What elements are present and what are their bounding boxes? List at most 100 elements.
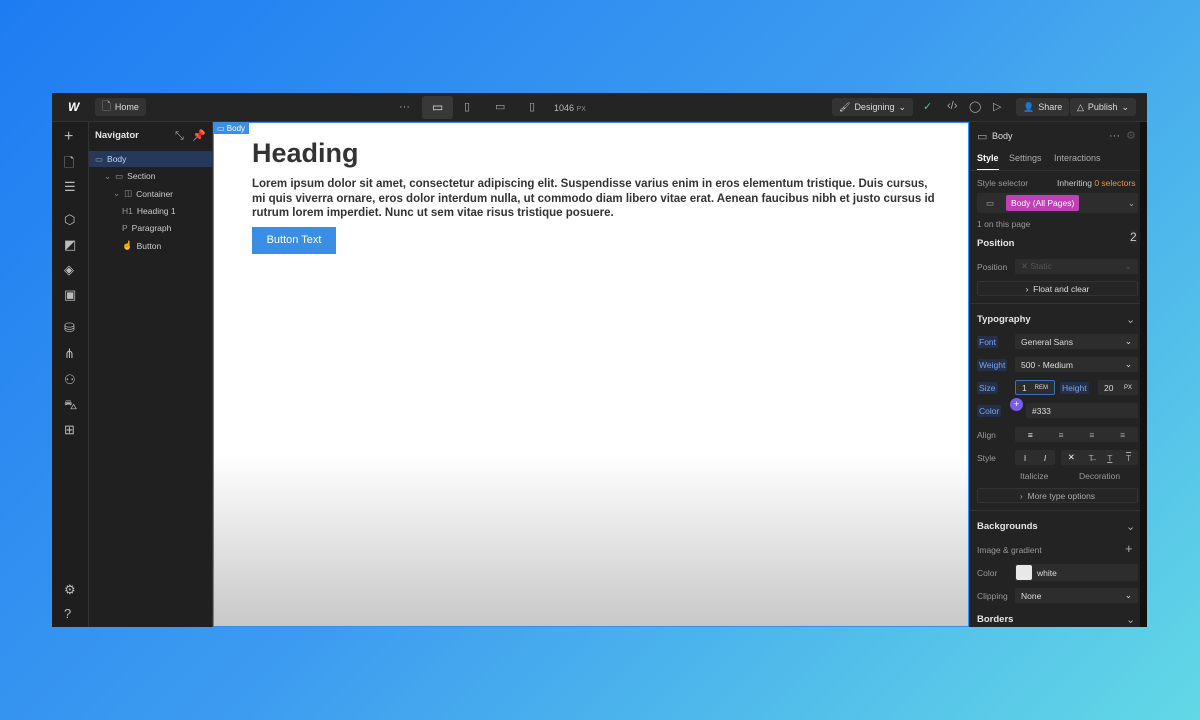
more-icon[interactable]: ··· bbox=[1109, 130, 1120, 142]
breakpoint-desktop[interactable]: ▭ bbox=[422, 96, 453, 119]
body-icon: ▭ bbox=[977, 131, 988, 143]
none-icon[interactable]: ✕ bbox=[1068, 452, 1075, 463]
italic-icon[interactable]: I bbox=[1044, 453, 1046, 463]
help-icon[interactable]: ? bbox=[64, 606, 71, 621]
strikethrough-icon[interactable]: T̶ bbox=[1088, 453, 1093, 463]
navigator-item[interactable]: ☝ Button bbox=[89, 238, 213, 254]
position-select[interactable]: ✕ Static ⌄ bbox=[1015, 259, 1138, 274]
add-background-icon[interactable]: + bbox=[1125, 541, 1133, 556]
preview-play-icon[interactable]: ▷ bbox=[993, 100, 1001, 113]
font-select[interactable]: General Sans ⌄ bbox=[1015, 334, 1138, 349]
tab-style[interactable]: Style bbox=[977, 153, 999, 170]
selected-element-tag: ▭ Body bbox=[213, 123, 250, 134]
italic-group[interactable]: II bbox=[1015, 450, 1055, 465]
section-icon: ▭ bbox=[115, 170, 124, 181]
chevron-down-icon[interactable]: ⌄ bbox=[1126, 313, 1135, 326]
paragraph-icon: P bbox=[122, 223, 128, 234]
code-icon[interactable]: ‹/› bbox=[947, 100, 957, 112]
align-right-icon[interactable]: ≡ bbox=[1089, 430, 1094, 440]
background-color-input[interactable]: white bbox=[1015, 564, 1138, 581]
apps-icon[interactable]: ⊞ bbox=[64, 422, 75, 438]
align-left-icon[interactable]: ≡ bbox=[1028, 430, 1033, 440]
left-toolbar: + 🗋 ☰ ⬡ ◩ ◈ ▣ ⛁ ⋔ ⚇ ⛍ ⊞ ⚙ ? bbox=[52, 122, 89, 627]
mode-dropdown[interactable]: 🖌 Designing ⌄ bbox=[832, 98, 914, 116]
components-icon[interactable]: ⬡ bbox=[64, 212, 75, 228]
typography-title: Typography bbox=[977, 314, 1031, 325]
pages-icon[interactable]: 🗋 bbox=[64, 154, 74, 176]
top-bar: W 🗋 Home ··· ▭ ▯ ▭ ▯ 1046 PX 🖌 Designing ⌄ … bbox=[52, 93, 1147, 122]
navigator-item[interactable]: ⌄ ▭ Section bbox=[89, 168, 213, 184]
selector-chip[interactable]: Body (All Pages) bbox=[1006, 195, 1080, 211]
variables-icon[interactable]: ◈ bbox=[64, 262, 74, 278]
navigator-item-label: Paragraph bbox=[131, 223, 172, 234]
add-variable-icon[interactable]: + bbox=[1010, 398, 1023, 411]
selector-input[interactable]: ▭ Body (All Pages) ⌄ bbox=[977, 193, 1138, 213]
design-canvas[interactable]: ▭ Body Heading Lorem ipsum dolor sit ame… bbox=[213, 122, 969, 627]
breakpoint-tablet-icon[interactable]: ▯ bbox=[464, 100, 470, 113]
canvas-heading[interactable]: Heading bbox=[252, 138, 359, 169]
share-button[interactable]: 👤 Share bbox=[1016, 98, 1070, 116]
canvas-paragraph[interactable]: Lorem ipsum dolor sit amet, consectetur … bbox=[252, 177, 942, 221]
component-icon[interactable]: ⚙ bbox=[1126, 129, 1136, 142]
collapse-icon[interactable]: ⤡ bbox=[175, 130, 184, 143]
line-height-input[interactable]: 20 PX bbox=[1098, 380, 1138, 395]
position-title: Position bbox=[977, 238, 1015, 249]
navigator-item[interactable]: ▭ Body bbox=[89, 151, 213, 167]
add-icon[interactable]: + bbox=[64, 128, 73, 146]
regular-icon[interactable]: I bbox=[1024, 453, 1026, 463]
chevron-down-icon: ⌄ bbox=[1127, 197, 1135, 208]
tab-settings[interactable]: Settings bbox=[1009, 153, 1042, 163]
navigator-item-label: Button bbox=[136, 240, 162, 251]
breakpoint-landscape-icon[interactable]: ▭ bbox=[495, 100, 505, 113]
navigator-item[interactable]: ⌄ ◫ Container bbox=[89, 186, 213, 202]
align-center-icon[interactable]: ≡ bbox=[1059, 430, 1064, 440]
publish-button[interactable]: △ Publish ⌄ bbox=[1070, 98, 1136, 116]
logic-icon[interactable]: ⋔ bbox=[64, 346, 75, 362]
color-swatch[interactable] bbox=[1016, 565, 1032, 580]
on-page-count: 1 on this page bbox=[977, 219, 1031, 229]
align-group[interactable]: ≡ ≡ ≡ ≡ bbox=[1015, 427, 1138, 442]
scrollbar[interactable] bbox=[1140, 122, 1147, 627]
webflow-logo[interactable]: W bbox=[68, 100, 79, 114]
more-icon[interactable]: ··· bbox=[399, 101, 410, 113]
cms-icon[interactable]: ⛁ bbox=[64, 320, 75, 336]
page-selector[interactable]: 🗋 Home bbox=[95, 98, 146, 116]
navigator-item[interactable]: P Paragraph bbox=[89, 220, 213, 236]
pin-icon[interactable]: 📌 bbox=[192, 129, 206, 142]
overline-icon[interactable]: T bbox=[1126, 453, 1131, 463]
width-unit: PX bbox=[576, 106, 586, 113]
weight-select[interactable]: 500 - Medium ⌄ bbox=[1015, 357, 1138, 372]
decoration-group[interactable]: ✕ T̶ T T bbox=[1061, 450, 1138, 465]
clipping-select[interactable]: None ⌄ bbox=[1015, 588, 1138, 603]
chevron-down-icon[interactable]: ⌄ bbox=[1126, 520, 1135, 533]
styles-icon[interactable]: ◩ bbox=[64, 237, 76, 253]
underline-icon[interactable]: T bbox=[1107, 453, 1112, 463]
float-and-clear-button[interactable]: › Float and clear bbox=[977, 281, 1138, 296]
align-justify-icon[interactable]: ≡ bbox=[1120, 430, 1125, 440]
navigator-icon[interactable]: ☰ bbox=[64, 179, 76, 195]
more-type-options-button[interactable]: › More type options bbox=[977, 488, 1138, 503]
heading-icon: H1 bbox=[122, 205, 133, 216]
page-icon: 🗋 bbox=[102, 100, 111, 113]
selectors-link[interactable]: 0 selectors bbox=[1094, 178, 1135, 188]
size-input[interactable]: 1 REM bbox=[1015, 380, 1055, 395]
settings-icon[interactable]: ⚙ bbox=[64, 582, 76, 598]
divider bbox=[970, 510, 1141, 511]
users-icon[interactable]: ⚇ bbox=[64, 372, 76, 388]
breakpoint-mobile-icon[interactable]: ▯ bbox=[529, 100, 535, 113]
check-icon[interactable]: ✓ bbox=[923, 100, 932, 113]
selector-icon: ▭ bbox=[985, 197, 995, 208]
navigator-panel: Navigator ⤡ 📌 ▭ Body ⌄ ▭ Section ⌄ ◫ Container H… bbox=[89, 122, 213, 627]
text-color-input[interactable]: #333 bbox=[1026, 403, 1138, 418]
navigator-item[interactable]: H1 Heading 1 bbox=[89, 203, 213, 219]
assets-icon[interactable]: ▣ bbox=[64, 287, 76, 303]
notification-badge: 2 bbox=[1130, 230, 1137, 244]
chevron-down-icon[interactable]: ⌄ bbox=[113, 188, 120, 199]
comment-icon[interactable]: ◯ bbox=[969, 100, 981, 113]
chevron-down-icon[interactable]: ⌄ bbox=[104, 171, 111, 182]
chevron-down-icon[interactable]: ⌄ bbox=[1126, 613, 1135, 626]
tab-interactions[interactable]: Interactions bbox=[1054, 153, 1101, 163]
canvas-button[interactable]: Button Text bbox=[252, 227, 336, 254]
ecommerce-icon[interactable]: ⛍ bbox=[64, 397, 77, 415]
backgrounds-title: Backgrounds bbox=[977, 521, 1038, 532]
